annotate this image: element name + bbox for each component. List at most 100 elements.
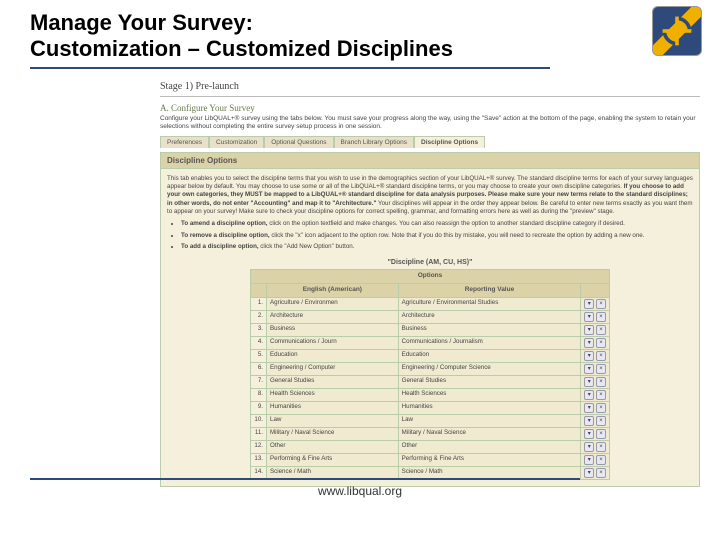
list-item: To amend a discipline option, click on t…: [181, 220, 693, 228]
libqual-logo: [652, 6, 702, 56]
row-num: 12.: [251, 440, 267, 453]
reporting-value[interactable]: Education: [398, 349, 581, 362]
dropdown-icon[interactable]: ▾: [584, 455, 594, 465]
delete-icon[interactable]: ×: [596, 390, 606, 400]
table-row: 7.General StudiesGeneral Studies▾ ×: [251, 375, 610, 388]
table-row: 13.Performing & Fine ArtsPerforming & Fi…: [251, 453, 610, 466]
discipline-input[interactable]: Engineering / Computer: [267, 362, 399, 375]
tab-optional-questions[interactable]: Optional Questions: [264, 136, 333, 148]
delete-icon[interactable]: ×: [596, 455, 606, 465]
delete-icon[interactable]: ×: [596, 429, 606, 439]
reporting-value[interactable]: Military / Naval Science: [398, 427, 581, 440]
table-row: 9.HumanitiesHumanities▾ ×: [251, 401, 610, 414]
discipline-input[interactable]: Health Sciences: [267, 388, 399, 401]
discipline-input[interactable]: Communications / Journ: [267, 336, 399, 349]
reporting-value[interactable]: Agriculture / Environmental Studies: [398, 297, 581, 310]
discipline-input[interactable]: Law: [267, 414, 399, 427]
reporting-value[interactable]: Humanities: [398, 401, 581, 414]
discipline-input[interactable]: Other: [267, 440, 399, 453]
row-actions: ▾ ×: [581, 310, 610, 323]
row-num: 13.: [251, 453, 267, 466]
discipline-input[interactable]: Business: [267, 323, 399, 336]
config-tabs: Preferences Customization Optional Quest…: [160, 136, 700, 148]
delete-icon[interactable]: ×: [596, 312, 606, 322]
li-label: To remove a discipline option,: [181, 232, 270, 239]
row-actions: ▾ ×: [581, 323, 610, 336]
table-row: 1.Agriculture / EnvironmenAgriculture / …: [251, 297, 610, 310]
row-num: 10.: [251, 414, 267, 427]
tab-discipline-options[interactable]: Discipline Options: [414, 136, 485, 148]
dropdown-icon[interactable]: ▾: [584, 299, 594, 309]
row-actions: ▾ ×: [581, 414, 610, 427]
reporting-value[interactable]: Business: [398, 323, 581, 336]
discipline-input[interactable]: Agriculture / Environmen: [267, 297, 399, 310]
delete-icon[interactable]: ×: [596, 442, 606, 452]
tab-customization[interactable]: Customization: [209, 136, 264, 148]
row-actions: ▾ ×: [581, 349, 610, 362]
tab-preferences[interactable]: Preferences: [160, 136, 209, 148]
dropdown-icon[interactable]: ▾: [584, 403, 594, 413]
reporting-value[interactable]: Engineering / Computer Science: [398, 362, 581, 375]
dropdown-icon[interactable]: ▾: [584, 442, 594, 452]
delete-icon[interactable]: ×: [596, 325, 606, 335]
reporting-value[interactable]: Performing & Fine Arts: [398, 453, 581, 466]
slide-title: Manage Your Survey: Customization – Cust…: [30, 10, 550, 69]
dropdown-icon[interactable]: ▾: [584, 390, 594, 400]
title-line2: Customization – Customized Disciplines: [30, 36, 453, 61]
row-num: 11.: [251, 427, 267, 440]
screenshot-panel: Stage 1) Pre-launch A. Configure Your Su…: [160, 79, 700, 487]
delete-icon[interactable]: ×: [596, 377, 606, 387]
delete-icon[interactable]: ×: [596, 299, 606, 309]
footer-url: www.libqual.org: [0, 484, 720, 498]
dropdown-icon[interactable]: ▾: [584, 377, 594, 387]
discipline-input[interactable]: Military / Naval Science: [267, 427, 399, 440]
row-actions: ▾ ×: [581, 401, 610, 414]
list-item: To remove a discipline option, click the…: [181, 232, 693, 240]
tab-branch-library[interactable]: Branch Library Options: [334, 136, 414, 148]
dropdown-icon[interactable]: ▾: [584, 364, 594, 374]
title-line1: Manage Your Survey:: [30, 10, 253, 35]
reporting-value[interactable]: Health Sciences: [398, 388, 581, 401]
dropdown-icon[interactable]: ▾: [584, 468, 594, 478]
col-reporting: Reporting Value: [398, 283, 581, 297]
dropdown-icon[interactable]: ▾: [584, 325, 594, 335]
row-num: 6.: [251, 362, 267, 375]
dropdown-icon[interactable]: ▾: [584, 416, 594, 426]
delete-icon[interactable]: ×: [596, 338, 606, 348]
table-row: 6.Engineering / ComputerEngineering / Co…: [251, 362, 610, 375]
discipline-input[interactable]: General Studies: [267, 375, 399, 388]
li-label: To add a discipline option,: [181, 243, 259, 250]
reporting-value[interactable]: Other: [398, 440, 581, 453]
discipline-input[interactable]: Education: [267, 349, 399, 362]
delete-icon[interactable]: ×: [596, 416, 606, 426]
li-text: click the "x" icon adjacent to the optio…: [270, 232, 645, 239]
row-num: 1.: [251, 297, 267, 310]
reporting-value[interactable]: Law: [398, 414, 581, 427]
reporting-value[interactable]: General Studies: [398, 375, 581, 388]
list-item: To add a discipline option, click the "A…: [181, 243, 693, 251]
col-actions: [581, 283, 610, 297]
delete-icon[interactable]: ×: [596, 364, 606, 374]
discipline-input[interactable]: Performing & Fine Arts: [267, 453, 399, 466]
reporting-value[interactable]: Architecture: [398, 310, 581, 323]
configure-heading: A. Configure Your Survey: [160, 103, 700, 113]
discipline-input[interactable]: Architecture: [267, 310, 399, 323]
dropdown-icon[interactable]: ▾: [584, 429, 594, 439]
delete-icon[interactable]: ×: [596, 351, 606, 361]
row-actions: ▾ ×: [581, 297, 610, 310]
table-row: 11.Military / Naval ScienceMilitary / Na…: [251, 427, 610, 440]
delete-icon[interactable]: ×: [596, 468, 606, 478]
col-options: Options: [251, 269, 610, 283]
row-num: 7.: [251, 375, 267, 388]
configure-intro: Configure your LibQUAL+® survey using th…: [160, 115, 700, 132]
dropdown-icon[interactable]: ▾: [584, 338, 594, 348]
discipline-input[interactable]: Humanities: [267, 401, 399, 414]
stage-heading: Stage 1) Pre-launch: [160, 79, 700, 97]
li-text: click on the option textfield and make c…: [268, 220, 625, 227]
reporting-value[interactable]: Communications / Journalism: [398, 336, 581, 349]
dropdown-icon[interactable]: ▾: [584, 312, 594, 322]
table-row: 5.EducationEducation▾ ×: [251, 349, 610, 362]
row-actions: ▾ ×: [581, 427, 610, 440]
delete-icon[interactable]: ×: [596, 403, 606, 413]
dropdown-icon[interactable]: ▾: [584, 351, 594, 361]
